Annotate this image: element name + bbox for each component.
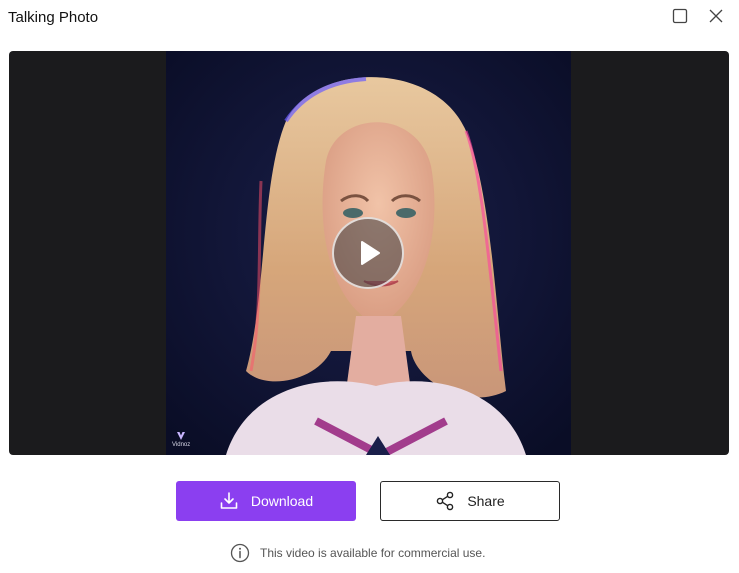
dialog-title: Talking Photo	[8, 9, 99, 26]
maximize-button[interactable]	[670, 6, 690, 26]
commercial-use-notice: This video is available for commercial u…	[230, 543, 485, 563]
close-icon	[709, 9, 723, 23]
info-icon	[230, 543, 250, 563]
vidnoz-logo-icon	[177, 432, 186, 440]
notice-text: This video is available for commercial u…	[260, 546, 486, 560]
share-icon	[435, 491, 455, 511]
maximize-icon	[672, 8, 688, 24]
share-label: Share	[467, 493, 505, 509]
video-player[interactable]: Vidnoz	[9, 51, 729, 455]
watermark: Vidnoz	[172, 431, 190, 448]
download-button[interactable]: Download	[176, 481, 356, 521]
play-icon	[361, 241, 380, 265]
close-button[interactable]	[706, 6, 726, 26]
watermark-text: Vidnoz	[172, 442, 191, 448]
download-label: Download	[250, 493, 314, 509]
play-button[interactable]	[332, 217, 404, 289]
download-icon	[219, 491, 239, 511]
share-button[interactable]: Share	[380, 481, 560, 521]
